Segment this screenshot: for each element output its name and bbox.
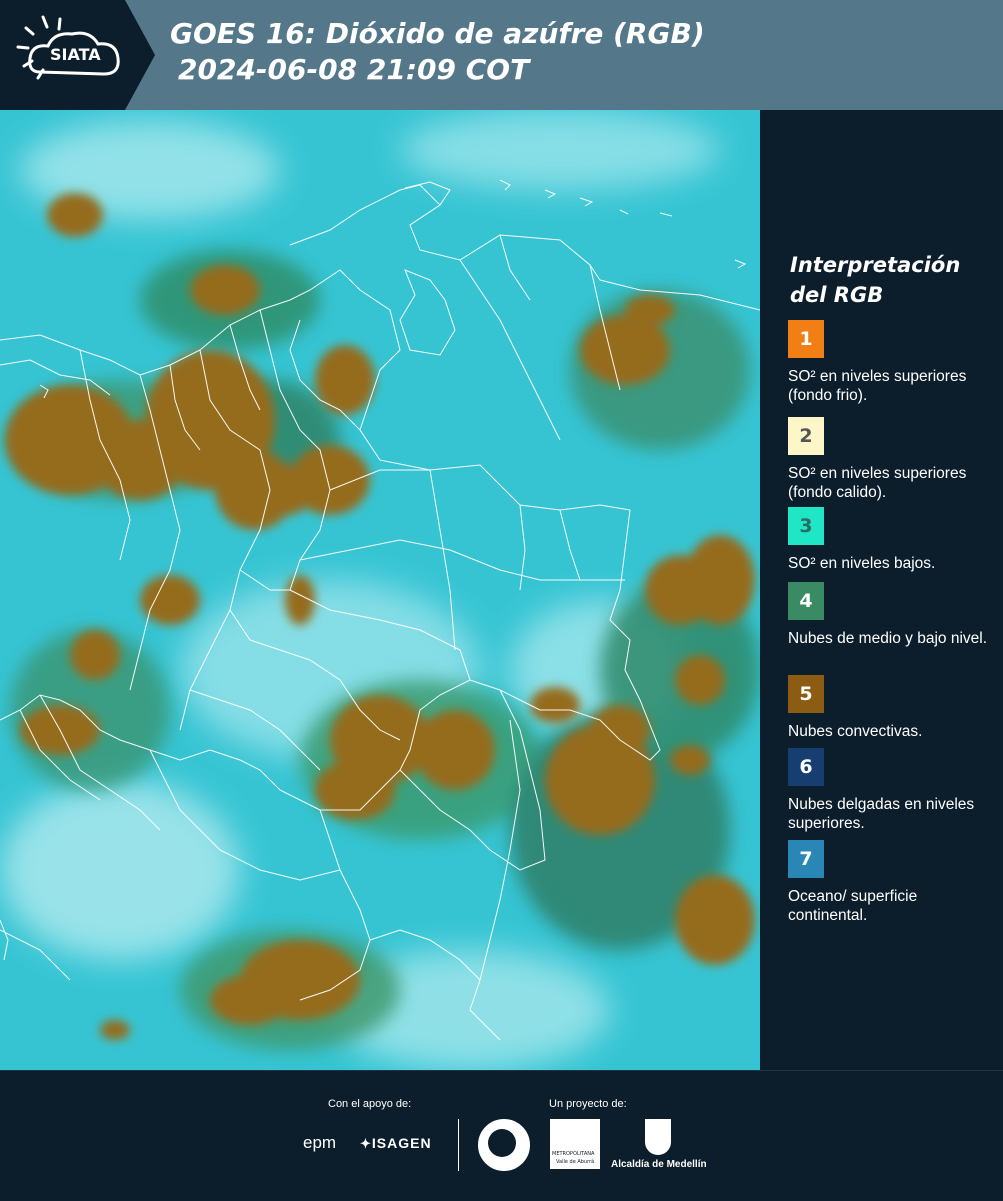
legend-label: SO² en niveles bajos. — [788, 555, 936, 572]
support-label: Con el apoyo de: — [328, 1098, 412, 1110]
legend-item-2: 2 SO² en niveles superiores (fondo calid… — [788, 417, 993, 504]
siata-logo: SIATA — [0, 0, 155, 110]
legend-number: 2 — [799, 425, 813, 447]
footer-divider — [458, 1119, 459, 1171]
legend-label: SO² en niveles superiores (fondo calido)… — [788, 465, 967, 501]
legend-swatch-4: 4 — [788, 582, 824, 620]
legend-label: Nubes de medio y bajo nivel. — [788, 630, 988, 647]
area-metropolitana-logo: METROPOLITANA Valle de Aburrá — [550, 1119, 600, 1169]
area-sub2: Valle de Aburrá — [556, 1159, 595, 1165]
title-line-1: GOES 16: Dióxido de azúfre (RGB) — [170, 17, 705, 50]
legend-item-3: 3 SO² en niveles bajos. — [788, 507, 993, 573]
legend-swatch-3: 3 — [788, 507, 824, 545]
satellite-map[interactable] — [0, 110, 760, 1070]
map-image — [0, 110, 760, 1070]
legend-label: Oceano/ superficie continental. — [788, 888, 918, 924]
title-line-2: 2024-06-08 21:09 COT — [178, 53, 530, 86]
footer: Con el apoyo de: Un proyecto de: epm ✦IS… — [0, 1070, 1003, 1201]
legend-item-4: 4 Nubes de medio y bajo nivel. — [788, 582, 993, 648]
legend-item-1: 1 SO² en niveles superiores (fondo frio)… — [788, 320, 993, 405]
legend-item-6: 6 Nubes delgadas en niveles superiores. — [788, 748, 993, 833]
legend-number: 5 — [799, 683, 813, 705]
legend-label: SO² en niveles superiores (fondo frio). — [788, 368, 967, 404]
isagen-logo: ✦ISAGEN — [360, 1135, 432, 1152]
page-title: GOES 16: Dióxido de azúfre (RGB) 2024-06-… — [170, 16, 705, 88]
legend-label: Nubes delgadas en niveles superiores. — [788, 796, 975, 832]
epm-text: epm — [303, 1133, 337, 1152]
alcaldia-shield-icon — [645, 1119, 671, 1155]
legend-number: 1 — [799, 328, 813, 350]
legend-panel: Interpretación del RGB 1 SO² en niveles … — [760, 110, 1003, 1070]
legend-number: 3 — [799, 515, 813, 537]
legend-number: 6 — [799, 756, 813, 778]
legend-swatch-1: 1 — [788, 320, 824, 358]
area-sub: METROPOLITANA — [552, 1151, 595, 1157]
legend-swatch-2: 2 — [788, 417, 824, 455]
legend-swatch-5: 5 — [788, 675, 824, 713]
medellin-seal-icon — [478, 1119, 530, 1171]
isagen-icon: ✦ — [360, 1136, 372, 1151]
legend-item-5: 5 Nubes convectivas. — [788, 675, 993, 741]
legend-swatch-6: 6 — [788, 748, 824, 786]
legend-label: Nubes convectivas. — [788, 723, 923, 740]
legend-number: 4 — [799, 590, 813, 612]
isagen-text: ISAGEN — [371, 1135, 432, 1151]
legend-title: Interpretación del RGB — [790, 253, 961, 307]
legend-swatch-7: 7 — [788, 840, 824, 878]
legend-number: 7 — [799, 848, 813, 870]
header-bar: SIATA GOES 16: Dióxido de azúfre (RGB) 20… — [0, 0, 1003, 110]
legend-item-7: 7 Oceano/ superficie continental. — [788, 840, 993, 925]
logo-text: SIATA — [50, 45, 101, 64]
alcaldia-label: Alcaldía de Medellín — [611, 1159, 707, 1170]
project-label: Un proyecto de: — [549, 1098, 627, 1110]
epm-logo: epm — [303, 1133, 336, 1153]
